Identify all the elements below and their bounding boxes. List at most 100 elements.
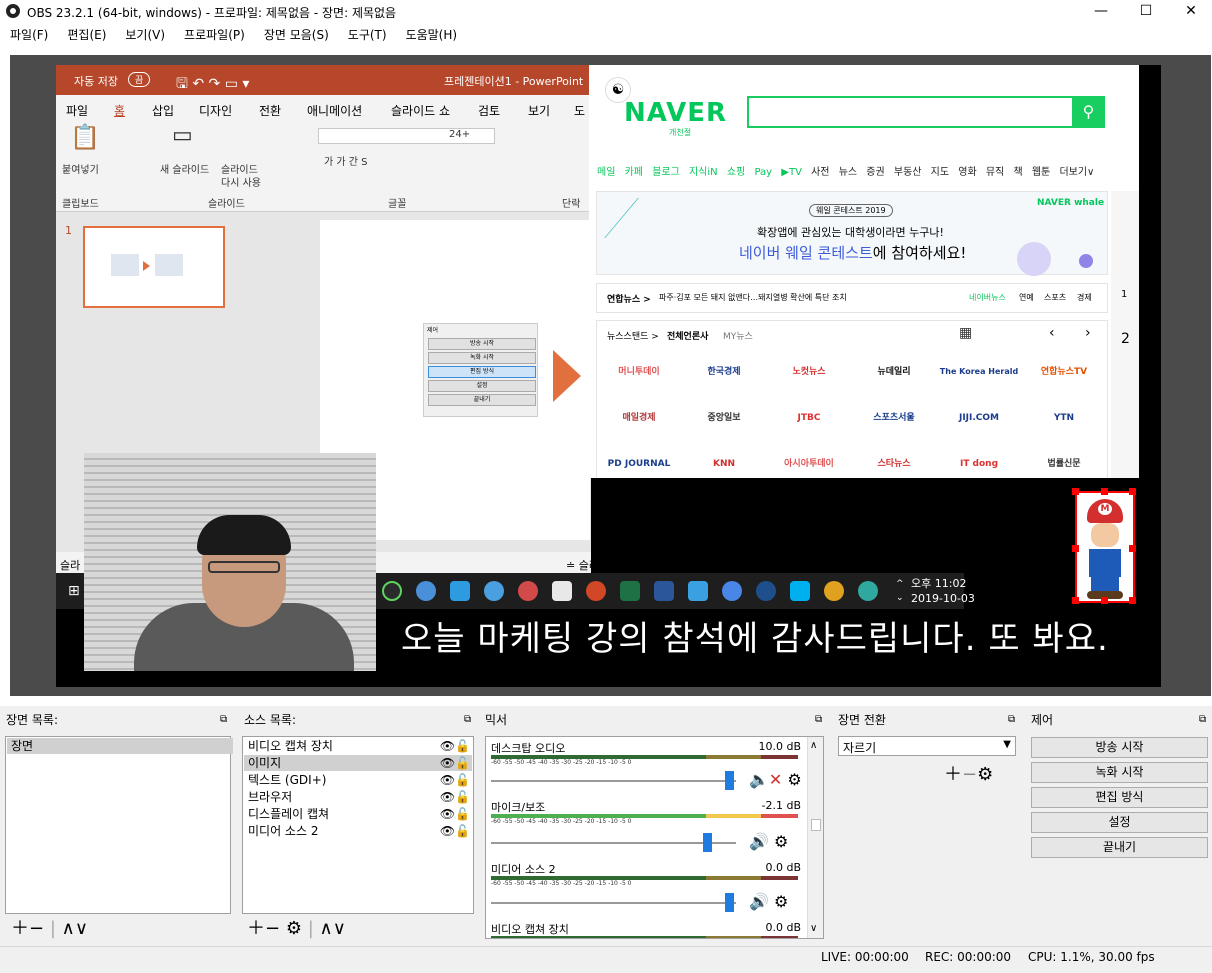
- source-item[interactable]: 이미지 👁🔓: [244, 755, 472, 771]
- add-icon[interactable]: ＋: [247, 918, 265, 939]
- add-icon[interactable]: ＋: [11, 918, 29, 939]
- menu-help[interactable]: 도움말(H): [396, 26, 467, 43]
- menu-edit[interactable]: 편집(E): [57, 26, 115, 43]
- mixer-channel-db: -2.1 dB: [761, 799, 802, 812]
- speaker-icon[interactable]: 🔊: [749, 832, 769, 851]
- move-up-icon[interactable]: ∧: [320, 918, 333, 939]
- studio-mode-button[interactable]: 편집 방식: [1031, 787, 1208, 808]
- volume-slider-knob[interactable]: [702, 833, 712, 852]
- start-streaming-button[interactable]: 방송 시작: [1031, 737, 1208, 758]
- resize-handle[interactable]: [1101, 488, 1108, 495]
- resize-handle[interactable]: [1072, 488, 1079, 495]
- mario-overalls-icon: [1089, 549, 1121, 577]
- scroll-up-icon[interactable]: ∧: [810, 740, 817, 751]
- speaker-icon[interactable]: 🔊: [749, 892, 769, 911]
- scene-item[interactable]: 장면: [7, 738, 233, 754]
- start-recording-button[interactable]: 녹화 시작: [1031, 762, 1208, 783]
- slide-control-item: 방송 시작: [428, 338, 536, 350]
- scroll-down-icon[interactable]: ∨: [810, 923, 817, 934]
- resize-handle[interactable]: [1101, 597, 1108, 604]
- naver-nav-item: 지도: [930, 167, 950, 178]
- preview-canvas[interactable]: 자동 저장 끔 🖫 ↶ ↷ ▭ ▾ 프레젠테이션1 - PowerPoint 파…: [56, 65, 1161, 687]
- menu-file[interactable]: 파일(F): [0, 26, 57, 43]
- menu-profile[interactable]: 프로파일(P): [174, 26, 254, 43]
- source-item-label: 텍스트 (GDI+): [248, 773, 327, 787]
- move-down-icon[interactable]: ∨: [333, 918, 346, 939]
- move-down-icon[interactable]: ∨: [75, 918, 88, 939]
- muted-speaker-icon[interactable]: 🔈✕: [749, 770, 782, 789]
- mario-face-icon: [1091, 523, 1119, 547]
- transitions-dock-title: 장면 전환: [838, 711, 886, 729]
- exit-button[interactable]: 끝내기: [1031, 837, 1208, 858]
- ppt-title-bar: 자동 저장 끔 🖫 ↶ ↷ ▭ ▾ 프레젠테이션1 - PowerPoint: [56, 65, 591, 95]
- mixer-panel: ∧ ∨ 데스크탑 오디오 10.0 dB -60 -55 -50 -45 -40…: [485, 736, 824, 939]
- volume-slider[interactable]: [491, 842, 736, 844]
- visibility-lock-icons[interactable]: 👁🔓: [440, 739, 470, 753]
- source-item-label: 디스플레이 캡쳐: [248, 807, 330, 821]
- naver-nav-item: 메일: [597, 167, 616, 178]
- visibility-lock-icons[interactable]: 👁🔓: [440, 773, 470, 787]
- gear-icon[interactable]: ⚙: [774, 892, 788, 911]
- press-header: 전체언론사: [667, 332, 709, 342]
- next-icon: ›: [1085, 325, 1091, 341]
- dock-float-icon[interactable]: ⧉: [220, 711, 227, 729]
- naver-nav-item: Pay: [754, 167, 773, 178]
- dock-float-icon[interactable]: ⧉: [815, 711, 822, 729]
- slide-control-item: 편집 방식: [428, 366, 536, 378]
- resize-handle[interactable]: [1072, 597, 1079, 604]
- ppt-ribbon-label: 붙여넣기: [62, 165, 99, 176]
- volume-slider[interactable]: [491, 780, 736, 782]
- minimize-button[interactable]: —: [1078, 0, 1124, 22]
- ppt-quick-access-icons: 🖫 ↶ ↷ ▭ ▾: [176, 76, 250, 92]
- image-source-selected[interactable]: M: [1072, 488, 1136, 604]
- gear-icon[interactable]: ⚙: [774, 832, 788, 851]
- naver-nav-item: 부동산: [893, 167, 922, 178]
- dock-float-icon[interactable]: ⧉: [464, 711, 471, 729]
- close-button[interactable]: ✕: [1168, 0, 1212, 22]
- add-icon[interactable]: ＋: [944, 764, 962, 785]
- resize-handle[interactable]: [1129, 488, 1136, 495]
- resize-handle[interactable]: [1072, 545, 1079, 552]
- source-item[interactable]: 텍스트 (GDI+) 👁🔓: [244, 772, 472, 788]
- press-grid: 머니투데이 한국경제 노컷뉴스 뉴데일리 The Korea Herald 연합…: [597, 349, 1107, 478]
- remove-icon[interactable]: −: [29, 918, 44, 939]
- steam-icon: [756, 581, 776, 601]
- scroll-thumb[interactable]: [811, 819, 821, 831]
- visibility-lock-icons[interactable]: 👁🔓: [440, 790, 470, 804]
- mixer-channel-controls: 🔊 ⚙: [749, 892, 788, 911]
- gear-icon[interactable]: ⚙: [787, 770, 801, 789]
- mixer-channel-db: 0.0 dB: [765, 861, 801, 874]
- mixer-scrollbar[interactable]: ∧ ∨: [807, 737, 823, 938]
- settings-button[interactable]: 설정: [1031, 812, 1208, 833]
- dock-float-icon[interactable]: ⧉: [1199, 711, 1206, 729]
- visibility-lock-icons[interactable]: 👁🔓: [440, 807, 470, 821]
- transition-select[interactable]: 자르기 ▼: [838, 736, 1016, 756]
- source-item[interactable]: 미디어 소스 2 👁🔓: [244, 823, 472, 839]
- app-icon: [450, 581, 470, 601]
- move-up-icon[interactable]: ∧: [62, 918, 75, 939]
- source-item[interactable]: 디스플레이 캡쳐 👁🔓: [244, 806, 472, 822]
- naver-nav-item: 책: [1013, 167, 1023, 178]
- gear-icon[interactable]: ⚙: [977, 764, 993, 785]
- remove-icon[interactable]: −: [962, 764, 977, 785]
- resize-handle[interactable]: [1129, 597, 1136, 604]
- resize-handle[interactable]: [1129, 545, 1136, 552]
- menu-tools[interactable]: 도구(T): [338, 26, 396, 43]
- volume-slider[interactable]: [491, 902, 736, 904]
- gear-icon[interactable]: ⚙: [286, 918, 302, 939]
- ppt-ribbon-label: 24+: [449, 129, 471, 140]
- visibility-lock-icons[interactable]: 👁🔓: [440, 756, 470, 770]
- ppt-tab: 파일: [66, 104, 89, 118]
- source-item[interactable]: 브라우저 👁🔓: [244, 789, 472, 805]
- excel-icon: [620, 581, 640, 601]
- remove-icon[interactable]: −: [265, 918, 280, 939]
- source-item[interactable]: 비디오 캡쳐 장치 👁🔓: [244, 738, 472, 754]
- maximize-button[interactable]: ☐: [1123, 0, 1169, 22]
- volume-slider-knob[interactable]: [724, 771, 734, 790]
- volume-slider-knob[interactable]: [724, 893, 734, 912]
- visibility-lock-icons[interactable]: 👁🔓: [440, 824, 470, 838]
- dock-float-icon[interactable]: ⧉: [1008, 711, 1015, 729]
- menu-scene-collection[interactable]: 장면 모음(S): [254, 26, 338, 43]
- naver-nav-item: 영화: [958, 167, 977, 178]
- menu-view[interactable]: 보기(V): [115, 26, 174, 43]
